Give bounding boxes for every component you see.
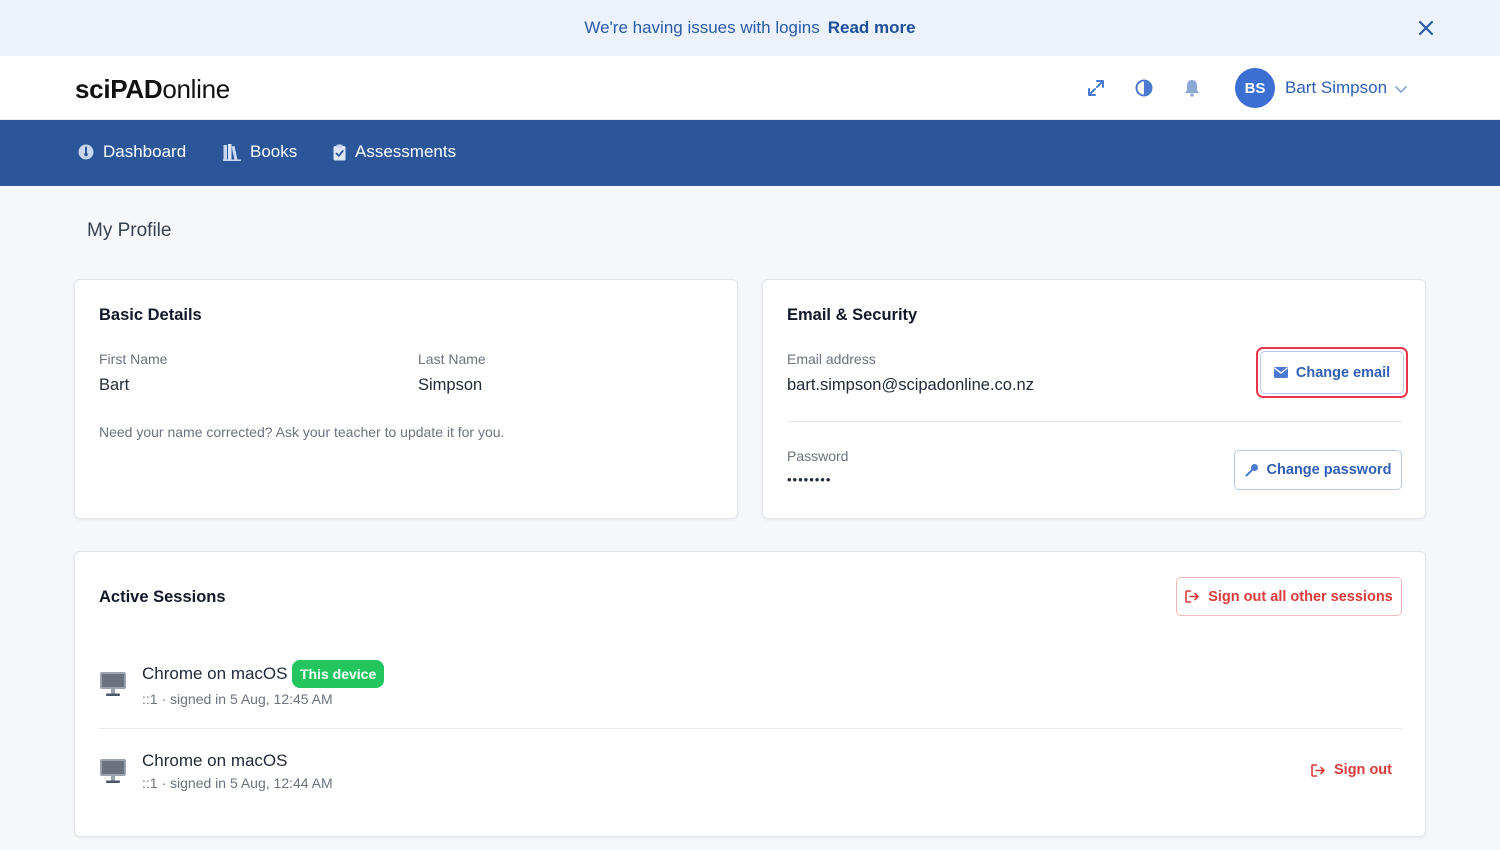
- session-divider: [99, 728, 1402, 729]
- name-help-text: Need your name corrected? Ask your teach…: [99, 424, 505, 440]
- contrast-icon[interactable]: [1134, 78, 1154, 98]
- change-password-button[interactable]: Change password: [1234, 450, 1402, 490]
- last-name-label: Last Name: [418, 351, 486, 367]
- key-icon: [1245, 464, 1258, 477]
- change-email-label: Change email: [1295, 364, 1391, 381]
- session-name: Chrome on macOS: [142, 664, 288, 683]
- sign-out-all-button[interactable]: Sign out all other sessions: [1176, 577, 1402, 616]
- monitor-icon: [100, 672, 126, 696]
- basic-details-card: Basic Details First Name Bart Last Name …: [74, 279, 738, 519]
- nav-item-books[interactable]: Books: [223, 142, 297, 162]
- session-meta: ::1 · signed in 5 Aug, 12:44 AM: [142, 775, 333, 791]
- active-sessions-title: Active Sessions: [99, 588, 226, 606]
- sign-out-label: Sign out: [1334, 762, 1392, 778]
- page-title: My Profile: [87, 220, 172, 241]
- main-nav: Dashboard Books Assessments: [0, 120, 1500, 186]
- email-label: Email address: [787, 351, 876, 367]
- password-label: Password: [787, 448, 849, 464]
- banner-message: We're having issues with logins: [584, 18, 820, 37]
- nav-label-dashboard: Dashboard: [103, 142, 187, 161]
- email-security-title: Email & Security: [787, 306, 918, 324]
- logo-rest-text: online: [162, 74, 230, 104]
- logo-bold-text: sciPAD: [75, 74, 163, 104]
- session-meta: ::1 · signed in 5 Aug, 12:45 AM: [142, 691, 333, 707]
- sign-out-icon: [1185, 590, 1200, 603]
- fullscreen-icon[interactable]: [1086, 78, 1106, 98]
- top-header: sciPADonline BS Bart Simpson: [0, 56, 1500, 120]
- chevron-down-icon[interactable]: [1393, 81, 1409, 97]
- sign-out-session-button[interactable]: Sign out: [1311, 762, 1392, 778]
- dashboard-icon: [78, 144, 94, 160]
- email-value: bart.simpson@scipadonline.co.nz: [787, 376, 1034, 394]
- user-menu-name[interactable]: Bart Simpson: [1285, 78, 1387, 98]
- sign-out-icon: [1311, 763, 1325, 777]
- section-divider: [787, 421, 1402, 422]
- first-name-value: Bart: [99, 376, 130, 394]
- this-device-badge: This device: [292, 660, 385, 688]
- active-sessions-card: Active Sessions Sign out all other sessi…: [74, 551, 1426, 837]
- sign-out-all-label: Sign out all other sessions: [1208, 588, 1393, 605]
- last-name-value: Simpson: [418, 376, 483, 394]
- envelope-icon: [1273, 367, 1288, 378]
- app-logo[interactable]: sciPADonline: [75, 74, 230, 105]
- nav-label-books: Books: [250, 142, 298, 161]
- nav-item-dashboard[interactable]: Dashboard: [78, 142, 186, 162]
- announcement-banner: We're having issues with logins Read mor…: [0, 0, 1500, 56]
- bell-icon[interactable]: [1182, 78, 1202, 98]
- monitor-icon: [100, 759, 126, 783]
- email-security-card: Email & Security Email address bart.simp…: [762, 279, 1426, 519]
- nav-label-assessments: Assessments: [355, 142, 457, 161]
- password-value: ••••••••: [787, 472, 832, 487]
- close-icon[interactable]: [1414, 16, 1438, 40]
- basic-details-title: Basic Details: [99, 306, 202, 324]
- change-password-label: Change password: [1266, 462, 1392, 478]
- session-name: Chrome on macOS: [142, 751, 288, 770]
- clipboard-icon: [333, 144, 346, 160]
- banner-read-more-link[interactable]: Read more: [828, 18, 916, 38]
- change-email-button[interactable]: Change email: [1260, 351, 1404, 394]
- first-name-label: First Name: [99, 351, 168, 367]
- books-icon: [223, 143, 241, 161]
- nav-item-assessments[interactable]: Assessments: [333, 142, 456, 162]
- avatar[interactable]: BS: [1235, 68, 1275, 108]
